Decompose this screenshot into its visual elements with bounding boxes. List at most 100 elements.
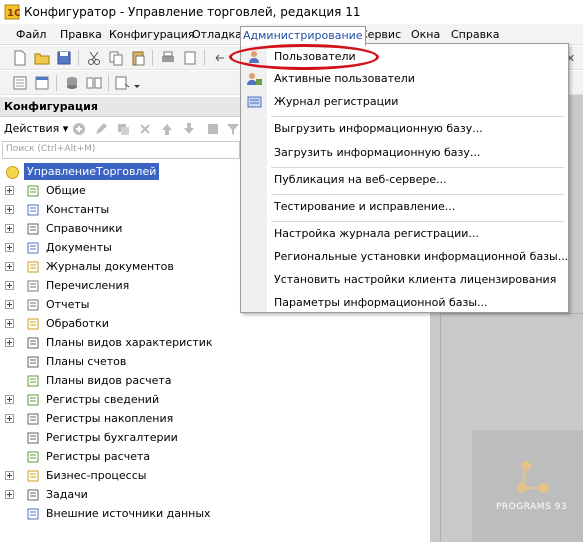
expand-toggle-icon[interactable] xyxy=(5,186,14,195)
configuration-root-icon xyxy=(6,166,19,179)
cut-icon[interactable] xyxy=(86,50,102,66)
menu-service[interactable]: Сервис xyxy=(360,27,401,43)
watermark-logo-icon xyxy=(517,461,549,493)
window-icon[interactable] xyxy=(34,75,50,91)
move-down-icon[interactable] xyxy=(182,122,196,136)
menu-administration[interactable]: Администрирование xyxy=(240,26,366,46)
tree-item[interactable]: Задачи xyxy=(0,486,240,505)
tree-item[interactable]: Регистры расчета xyxy=(0,448,240,467)
tree-item-label: Перечисления xyxy=(46,279,130,292)
expand-toggle-icon[interactable] xyxy=(5,205,14,214)
menu-item-event-log[interactable]: Журнал регистрации xyxy=(241,91,568,113)
edit-icon[interactable] xyxy=(94,122,108,136)
compare-icon[interactable] xyxy=(86,75,102,91)
menu-separator xyxy=(271,167,564,168)
delete-icon[interactable] xyxy=(138,122,152,136)
menu-windows[interactable]: Окна xyxy=(411,27,440,43)
add-icon[interactable] xyxy=(72,122,86,136)
tree-item[interactable]: Планы видов характеристик xyxy=(0,334,240,353)
menu-item-label: Установить настройки клиента лицензирова… xyxy=(274,273,557,286)
preview-icon[interactable] xyxy=(182,50,198,66)
copy-icon[interactable] xyxy=(108,50,124,66)
copy-item-icon[interactable] xyxy=(116,122,130,136)
menu-item-label: Публикация на веб-сервере... xyxy=(274,173,447,186)
dropdown-arrow-icon[interactable] xyxy=(132,75,142,91)
menu-item-label: Региональные установки информационной ба… xyxy=(274,250,569,263)
tree-item-label: Планы видов расчета xyxy=(46,374,172,387)
tree-item[interactable]: Планы видов расчета xyxy=(0,372,240,391)
tree-item-label: Константы xyxy=(46,203,110,216)
save-icon[interactable] xyxy=(56,50,72,66)
administration-menu: Пользователи Активные пользователи Журна… xyxy=(240,43,569,313)
menu-item-regional-settings[interactable]: Региональные установки информационной ба… xyxy=(241,246,568,268)
expand-toggle-icon[interactable] xyxy=(5,414,14,423)
database-icon[interactable] xyxy=(64,75,80,91)
menu-debug[interactable]: Отладка xyxy=(192,27,242,43)
tree-item[interactable]: Константы xyxy=(0,201,240,220)
undo-icon[interactable] xyxy=(212,50,228,66)
tree-item[interactable]: Справочники xyxy=(0,220,240,239)
print-icon[interactable] xyxy=(160,50,176,66)
tree-item-label: Отчеты xyxy=(46,298,90,311)
menu-help[interactable]: Справка xyxy=(451,27,499,43)
tree-item[interactable]: Регистры накопления xyxy=(0,410,240,429)
open-folder-icon[interactable] xyxy=(34,50,50,66)
menu-item-log-settings[interactable]: Настройка журнала регистрации... xyxy=(241,223,568,245)
menu-file[interactable]: Файл xyxy=(16,27,46,43)
tree-item[interactable]: Документы xyxy=(0,239,240,258)
tree-item[interactable]: Отчеты xyxy=(0,296,240,315)
menu-item-label: Тестирование и исправление... xyxy=(274,200,456,213)
menu-item-active-users[interactable]: Активные пользователи xyxy=(241,68,568,90)
expand-toggle-icon[interactable] xyxy=(5,490,14,499)
tree-item[interactable]: Внешние источники данных xyxy=(0,505,240,524)
toolbar-separator xyxy=(108,75,109,91)
move-up-icon[interactable] xyxy=(160,122,174,136)
menu-item-label: Загрузить информационную базу... xyxy=(274,146,481,159)
menu-configuration[interactable]: Конфигурация xyxy=(109,27,195,43)
expand-toggle-icon[interactable] xyxy=(5,319,14,328)
expand-toggle-icon[interactable] xyxy=(5,471,14,480)
menu-item-test-repair[interactable]: Тестирование и исправление... xyxy=(241,196,568,218)
tree-item-label: Бизнес-процессы xyxy=(46,469,147,482)
tree-item[interactable]: Бизнес-процессы xyxy=(0,467,240,486)
log-icon xyxy=(247,96,262,108)
run-icon[interactable] xyxy=(114,75,130,91)
menu-item-import-db[interactable]: Загрузить информационную базу... xyxy=(241,142,568,164)
menu-item-label: Активные пользователи xyxy=(274,72,415,85)
menu-item-export-db[interactable]: Выгрузить информационную базу... xyxy=(241,118,568,140)
tree-item[interactable]: Общие xyxy=(0,182,240,201)
tree-root-item[interactable]: УправлениеТорговлей xyxy=(4,163,240,181)
menu-item-label: Журнал регистрации xyxy=(274,95,399,108)
tree-item[interactable]: Перечисления xyxy=(0,277,240,296)
sort-icon[interactable] xyxy=(206,122,220,136)
expand-toggle-icon[interactable] xyxy=(5,281,14,290)
config-panel-header: Конфигурация xyxy=(0,97,240,117)
tree-item[interactable]: Планы счетов xyxy=(0,353,240,372)
menu-edit[interactable]: Правка xyxy=(60,27,102,43)
tree-item-label: Регистры накопления xyxy=(46,412,174,425)
expand-toggle-icon[interactable] xyxy=(5,224,14,233)
tree-item[interactable]: Регистры сведений xyxy=(0,391,240,410)
menu-item-web-publish[interactable]: Публикация на веб-сервере... xyxy=(241,169,568,191)
actions-menu-button[interactable]: Действия ▾ xyxy=(4,122,68,135)
expand-toggle-icon[interactable] xyxy=(5,300,14,309)
new-document-icon[interactable] xyxy=(12,50,28,66)
search-input[interactable]: Поиск (Ctrl+Alt+M) xyxy=(2,141,240,159)
tree-item[interactable]: Регистры бухгалтерии xyxy=(0,429,240,448)
tree-item[interactable]: Журналы документов xyxy=(0,258,240,277)
paste-icon[interactable] xyxy=(130,50,146,66)
tree-item-label: Журналы документов xyxy=(46,260,174,273)
expand-toggle-icon[interactable] xyxy=(5,243,14,252)
expand-toggle-icon[interactable] xyxy=(5,395,14,404)
external-sources-icon xyxy=(27,508,39,520)
menu-item-db-parameters[interactable]: Параметры информационной базы... xyxy=(241,292,568,314)
title-bar: 1C Конфигуратор - Управление торговлей, … xyxy=(0,0,583,24)
tree-item-label: Справочники xyxy=(46,222,123,235)
expand-toggle-icon[interactable] xyxy=(5,262,14,271)
tree-item[interactable]: Обработки xyxy=(0,315,240,334)
tree-item-label: Общие xyxy=(46,184,86,197)
expand-toggle-icon[interactable] xyxy=(5,338,14,347)
configuration-icon[interactable] xyxy=(12,75,28,91)
filter-icon[interactable] xyxy=(226,122,240,136)
menu-item-license-client[interactable]: Установить настройки клиента лицензирова… xyxy=(241,269,568,291)
